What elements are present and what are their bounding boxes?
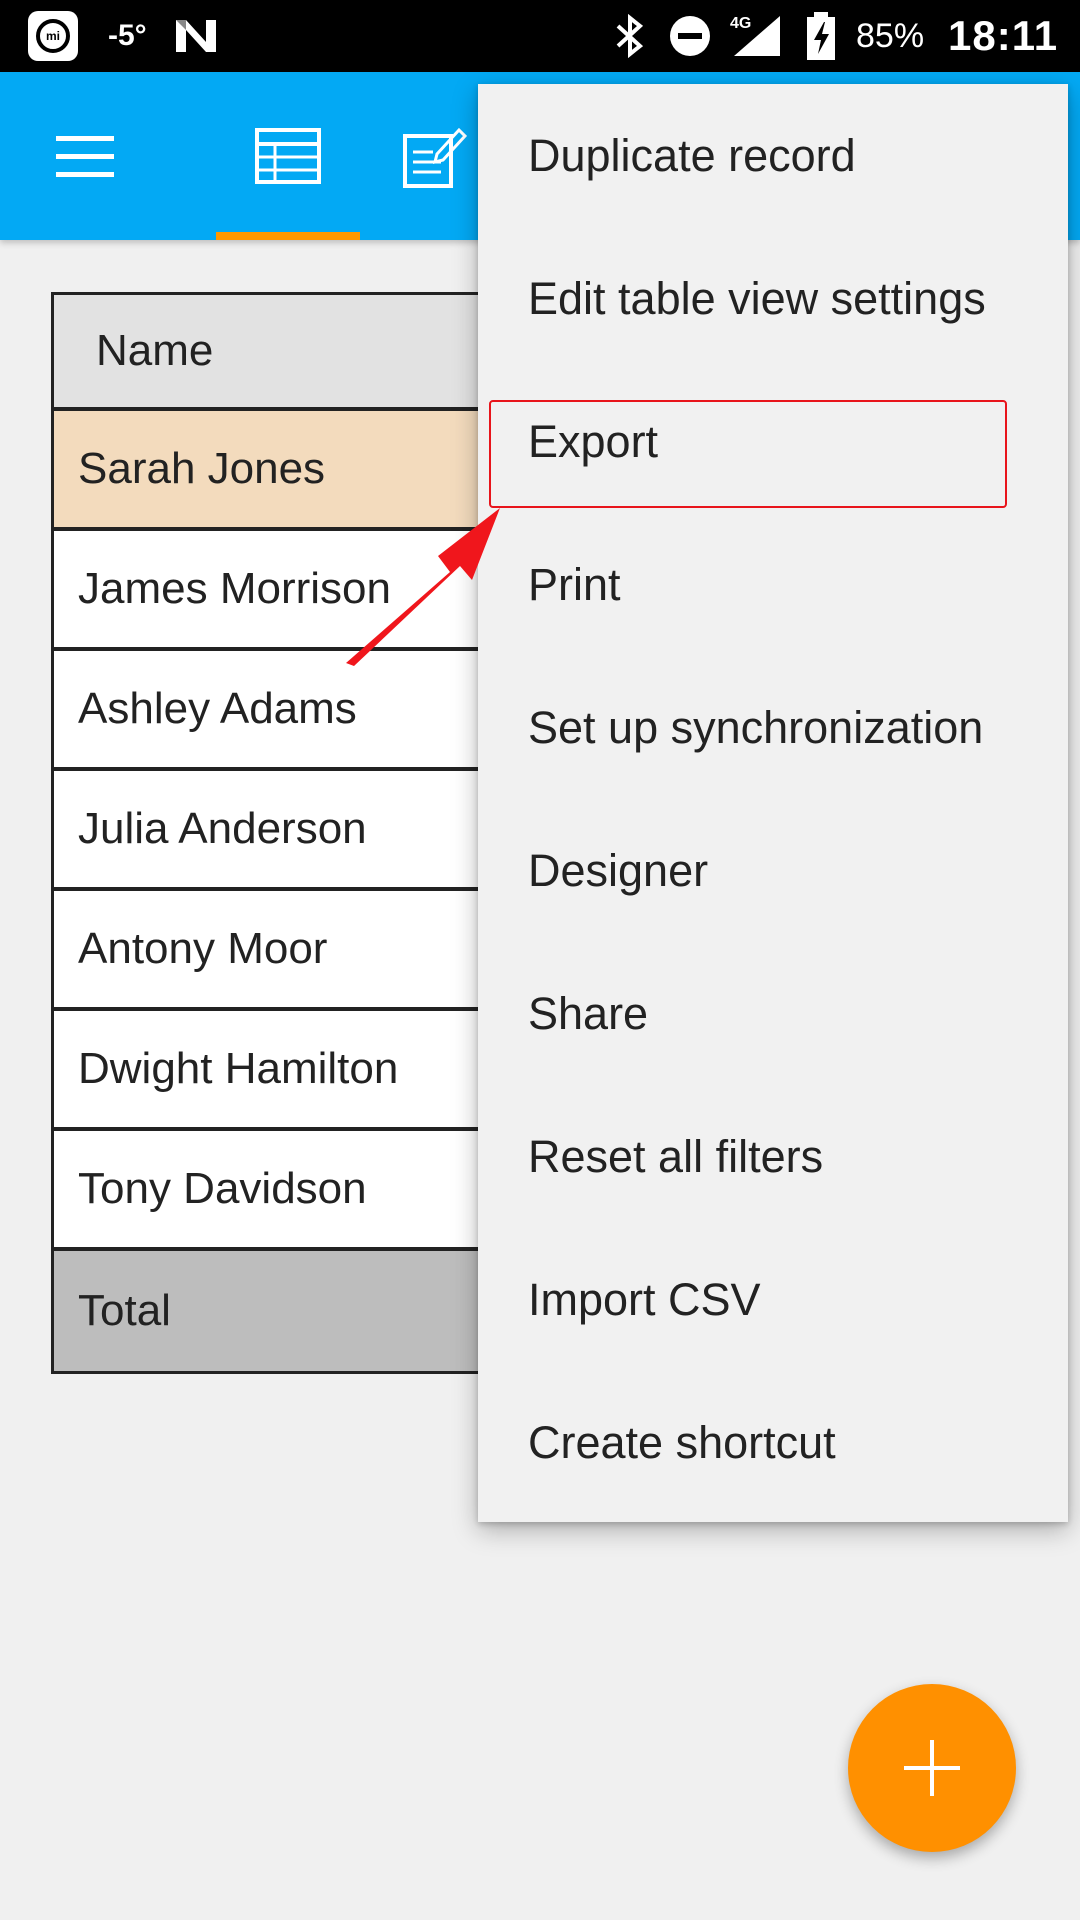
clock: 18:11 [948, 12, 1059, 59]
menu-item-share[interactable]: Share [478, 942, 1068, 1085]
tab-form-view[interactable] [390, 72, 480, 240]
export-highlight-box [489, 400, 1007, 508]
tab-table-view[interactable] [216, 72, 360, 240]
do-not-disturb-icon [668, 0, 712, 72]
plus-icon [904, 1740, 960, 1796]
menu-item-create-shortcut[interactable]: Create shortcut [478, 1371, 1068, 1514]
hamburger-menu-icon [56, 136, 114, 177]
status-bar: mi -5° 4G 85% 18:11 [0, 0, 1080, 72]
battery-charging-icon [804, 0, 838, 72]
temperature: -5° [108, 19, 147, 52]
add-record-button[interactable] [848, 1684, 1016, 1852]
battery-percent: 85% [856, 16, 925, 55]
table-view-icon [255, 128, 321, 184]
active-tab-indicator [216, 232, 360, 240]
n-icon [172, 0, 220, 72]
menu-item-edit-table-view-settings[interactable]: Edit table view settings [478, 227, 1068, 370]
menu-item-import-csv[interactable]: Import CSV [478, 1228, 1068, 1371]
bluetooth-icon [612, 0, 648, 72]
menu-item-print[interactable]: Print [478, 513, 1068, 656]
network-label: 4G [730, 15, 751, 32]
menu-item-reset-all-filters[interactable]: Reset all filters [478, 1085, 1068, 1228]
menu-item-duplicate-record[interactable]: Duplicate record [478, 84, 1068, 227]
menu-item-designer[interactable]: Designer [478, 799, 1068, 942]
hamburger-menu-button[interactable] [40, 112, 130, 202]
signal-4g-icon: 4G [728, 0, 784, 72]
menu-item-set-up-synchronization[interactable]: Set up synchronization [478, 656, 1068, 799]
overflow-menu: Duplicate record Edit table view setting… [478, 84, 1068, 1522]
form-edit-icon [403, 127, 467, 188]
mi-icon: mi [28, 0, 78, 72]
red-arrow-annotation [346, 508, 500, 666]
